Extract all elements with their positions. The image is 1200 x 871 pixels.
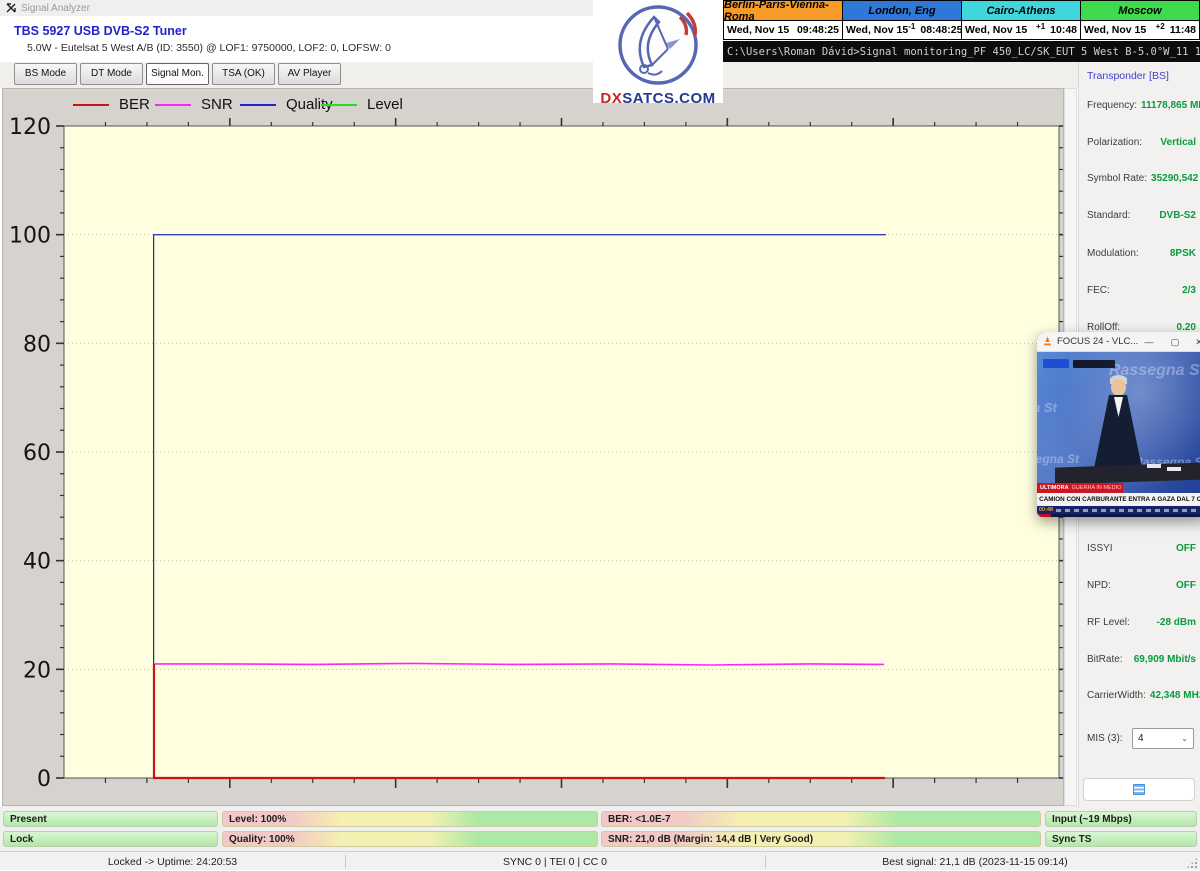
ticker-text [1056,509,1196,512]
clock-date: Wed, Nov 15 [965,24,1027,36]
console-window: C:\Users\Roman Dávid>Signal monitoring_P… [723,41,1200,62]
row-fec: FEC:2/3 [1087,285,1196,296]
mis-select[interactable]: 4 ⌄ [1132,728,1194,749]
status-sync-counters: SYNC 0 | TEI 0 | CC 0 [345,852,765,871]
sync-ts-indicator: Sync TS [1045,831,1197,847]
row-frequency: Frequency:11178,865 MHz [1087,100,1196,111]
program-badge [1073,360,1115,368]
clock-moscow: Moscow Wed, Nov 15 +2 11:48 [1080,0,1200,40]
desk-papers [1147,464,1161,468]
svg-text:20: 20 [23,658,51,683]
ticker-bottom-red [1037,514,1051,517]
console-text: C:\Users\Roman Dávid>Signal monitoring_P… [727,46,1200,58]
clock-header-3: Moscow [1081,1,1199,21]
desk-papers [1167,467,1181,471]
status-bar: Locked -> Uptime: 24:20:53 SYNC 0 | TEI … [0,851,1200,870]
maximize-button[interactable]: ▢ [1163,332,1187,352]
mis-row: MIS (3): 4 ⌄ [1087,728,1194,749]
row-symbol-rate: Symbol Rate:35290,542 KS/s [1087,173,1196,184]
presenter-head [1111,379,1126,396]
clock-header-2: Cairo-Athens [962,1,1080,21]
logo-text: DXSATCS.COM [593,90,723,107]
clock-offset: -1 [908,21,915,31]
window-titlebar[interactable]: Signal Analyzer [0,0,593,16]
headline-bar: PRIMO CAMION CON CARBURANTE ENTRA A GAZA… [1037,493,1200,506]
svg-text:0: 0 [37,767,51,792]
close-button[interactable]: ✕ [1187,332,1200,352]
clock-offset: +1 [1036,21,1045,31]
vlc-video[interactable]: Rassegna St a St segna St Rassegna Sta U… [1037,352,1200,517]
row-modulation: Modulation:8PSK [1087,248,1196,259]
quality-meter: Quality: 100% [222,831,598,847]
row-bitrate: BitRate:69,909 Mbit/s [1087,654,1196,665]
news-ticker: 00:48 [1037,506,1200,514]
row-carrierwidth: CarrierWidth:42,348 MHz [1087,690,1196,701]
watermark-text: segna St [1037,452,1079,466]
watermark-text: a St [1037,400,1057,415]
clock-header-1: London, Eng [843,1,961,21]
playlist-icon [1133,784,1145,795]
row-polarization: Polarization:Vertical [1087,137,1196,148]
clock-berlin-paris-vienna-roma: Berlin-Paris-Vienna-Roma Wed, Nov 15 09:4… [723,0,843,40]
tuner-details: 5.0W - Eutelsat 5 West A/B (ID: 3550) @ … [27,42,391,54]
vlc-cone-icon [1042,336,1053,347]
chart-plot-area: 0 20 40 60 80 100 120 [3,89,1063,805]
tab-bar: BS Mode DT Mode Signal Mon. TSA (OK) AV … [0,62,1078,88]
channel-logo [1043,359,1069,368]
row-npd: NPD:OFF [1087,580,1196,591]
ber-meter: BER: <1.0E-7 [601,811,1041,827]
status-lock-uptime: Locked -> Uptime: 24:20:53 [0,852,345,871]
chevron-down-icon: ⌄ [1181,734,1188,743]
clock-date: Wed, Nov 15 [1084,24,1146,36]
tab-bs-mode[interactable]: BS Mode [14,63,77,85]
vlc-window: FOCUS 24 - VLC... — ▢ ✕ Rassegna St a St… [1037,332,1200,517]
satellite-dish-icon [610,3,706,87]
svg-text:100: 100 [9,224,51,249]
row-standard: Standard:DVB-S2 [1087,210,1196,221]
svg-text:40: 40 [23,550,51,575]
row-issyi: ISSYIOFF [1087,543,1196,554]
clock-cairo-athens: Cairo-Athens Wed, Nov 15 +1 10:48 [961,0,1081,40]
clock-time: 09:48:25 [797,24,839,36]
svg-text:80: 80 [23,332,51,357]
snr-meter: SNR: 21,0 dB (Margin: 14,4 dB | Very Goo… [601,831,1041,847]
clock-date: Wed, Nov 15 [727,24,789,36]
clock-offset: +2 [1156,21,1165,31]
mis-label: MIS (3): [1087,733,1123,744]
tab-signal-mon[interactable]: Signal Mon. [146,63,209,85]
clock-time: 11:48 [1170,24,1196,36]
present-indicator: Present [3,811,218,827]
transponder-panel-title: Transponder [BS] [1087,70,1169,82]
breaking-news-bar: ULTIMORA GUERRA IN MEDIO ORIENTE [1037,483,1123,493]
ticker-bottom-strip [1037,514,1200,517]
row-rf-level: RF Level:-28 dBm [1087,617,1196,628]
clock-date: Wed, Nov 15 [846,24,908,36]
input-rate-indicator: Input (~19 Mbps) [1045,811,1197,827]
svg-text:120: 120 [9,115,51,140]
clock-header-0: Berlin-Paris-Vienna-Roma [724,1,842,21]
vlc-titlebar[interactable]: FOCUS 24 - VLC... — ▢ ✕ [1037,332,1200,352]
clock-time: 08:48:25 [920,24,962,36]
transponder-list-button[interactable] [1083,778,1195,801]
minimize-button[interactable]: — [1137,332,1161,352]
mis-value: 4 [1138,733,1144,744]
level-meter: Level: 100% [222,811,598,827]
clock-london: London, Eng Wed, Nov 15-1 08:48:25 [842,0,962,40]
vlc-window-title: FOCUS 24 - VLC... [1057,336,1138,347]
svg-text:60: 60 [23,441,51,466]
clock-time: 10:48 [1050,24,1077,36]
window-title: Signal Analyzer [21,3,90,14]
lock-indicator: Lock [3,831,218,847]
tab-dt-mode[interactable]: DT Mode [80,63,143,85]
signal-chart: BER SNR Quality Level 020406080100120 [2,88,1064,806]
app-icon [6,3,16,13]
tab-tsa[interactable]: TSA (OK) [212,63,275,85]
status-best-signal: Best signal: 21,1 dB (2023-11-15 09:14) [765,852,1185,871]
tab-av-player[interactable]: AV Player [278,63,341,85]
tuner-name: TBS 5927 USB DVB-S2 Tuner [14,24,187,38]
dxsatcs-logo: DXSATCS.COM [593,0,723,103]
